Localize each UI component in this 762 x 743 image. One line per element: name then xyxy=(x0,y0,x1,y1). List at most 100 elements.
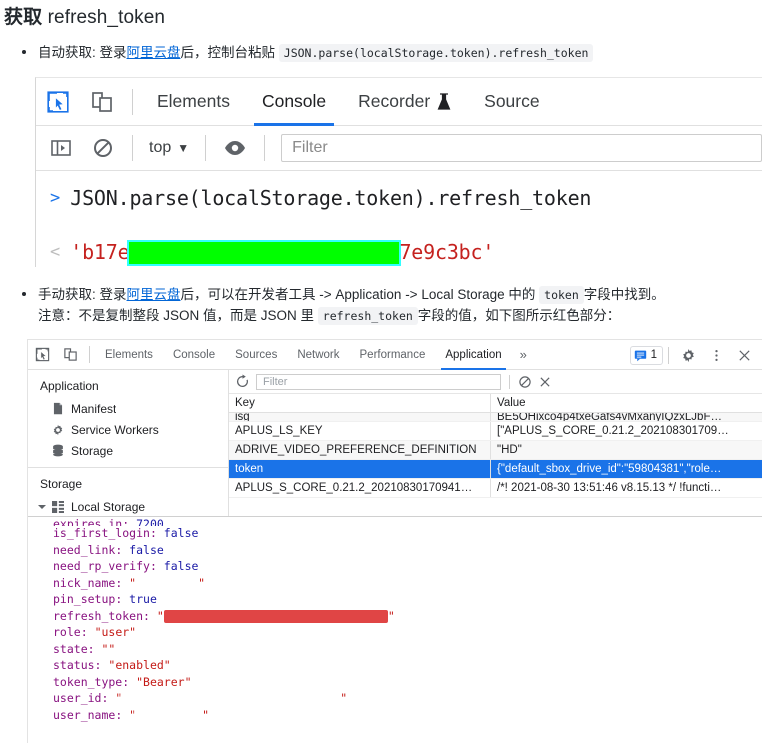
aliyundrive-link[interactable]: 阿里云盘 xyxy=(127,287,181,302)
redaction-white-nick-name xyxy=(136,577,199,589)
output-prefix: 'b17e xyxy=(70,239,130,264)
inline-code-token: token xyxy=(539,286,584,304)
message-count-badge[interactable]: 1 xyxy=(629,345,663,365)
device-toolbar-icon[interactable] xyxy=(56,340,84,370)
json-line-need-link: need_link: false xyxy=(53,542,164,557)
inspect-element-icon[interactable] xyxy=(36,78,80,126)
json-value: "user" xyxy=(94,625,137,639)
cell-value: "HD" xyxy=(497,444,522,456)
console-filter-input[interactable]: Filter xyxy=(281,134,762,162)
clear-icon[interactable] xyxy=(518,375,532,389)
table-header-row: Key Value xyxy=(229,393,762,413)
bullet2-line2-a: 注意：不是复制整段 JSON 值，而是 JSON 里 xyxy=(38,307,315,323)
devtools-application-screenshot: Elements Console Sources Network Perform… xyxy=(27,339,762,743)
toolbar-divider xyxy=(132,88,133,115)
tab-elements[interactable]: Elements xyxy=(95,340,163,370)
tab-sources[interactable]: Source xyxy=(468,78,555,126)
tab-network[interactable]: Network xyxy=(287,340,349,370)
gear-icon[interactable] xyxy=(674,340,702,370)
json-line-user-id: user_id: " " xyxy=(53,691,348,705)
tab-recorder[interactable]: Recorder xyxy=(342,78,468,126)
sidebar-item-label: Storage xyxy=(71,443,114,458)
json-value: false xyxy=(163,526,199,540)
inline-code-refresh-token-expr: JSON.parse(localStorage.token).refresh_t… xyxy=(278,44,594,62)
cell-key: token xyxy=(229,460,491,478)
tab-sources[interactable]: Sources xyxy=(225,340,287,370)
json-value: "Bearer" xyxy=(136,674,192,689)
tab-console[interactable]: Console xyxy=(163,340,225,370)
inline-code-refresh-token: refresh_token xyxy=(317,306,418,325)
tab-application[interactable]: Application xyxy=(435,340,511,370)
json-line-pin-setup: pin_setup: true xyxy=(53,592,157,606)
cell-key: isg__ xyxy=(229,413,491,421)
inspect-element-icon[interactable] xyxy=(28,340,56,370)
json-line-refresh-token: refresh_token: " " xyxy=(53,608,395,623)
json-line-nick-name: nick_name: " " xyxy=(53,575,206,590)
devtools-console-screenshot: Elements Console Recorder Source top ▼ F… xyxy=(35,77,762,267)
json-line-is-first-login: is_first_login: false xyxy=(53,526,199,540)
json-key: is_first_login xyxy=(53,526,150,540)
table-row[interactable]: ADRIVE_VIDEO_PREFERENCE_DEFINITION "HD" xyxy=(229,441,762,460)
table-row-selected[interactable]: token {"default_sbox_drive_id":"59804381… xyxy=(229,460,762,479)
sidebar-item-local-storage[interactable]: Local Storage xyxy=(28,496,228,517)
live-expression-icon[interactable] xyxy=(214,126,256,171)
more-tabs-icon[interactable]: » xyxy=(512,347,535,362)
local-storage-table: Key Value isg__ BE5OHixco4p4txeGafs4vMxa… xyxy=(229,393,762,498)
table-row[interactable]: APLUS_LS_KEY ["APLUS_S_CORE_0.21.2_20210… xyxy=(229,422,762,441)
toolbar-divider xyxy=(89,346,90,363)
js-context-selector[interactable]: top ▼ xyxy=(141,139,197,157)
redaction-white-user-name xyxy=(136,709,203,721)
json-key: nick_name xyxy=(53,575,116,590)
storage-filter-input[interactable]: Filter xyxy=(256,373,501,390)
console-input-line: > JSON.parse(localStorage.token).refresh… xyxy=(36,179,762,217)
application-tab-bar: Elements Console Sources Network Perform… xyxy=(28,340,762,370)
console-log-area: > JSON.parse(localStorage.token).refresh… xyxy=(36,171,762,267)
cell-key: APLUS_S_CORE_0.21.2_20210830170941… xyxy=(229,479,491,497)
output-suffix: 7e9c3bc' xyxy=(399,239,495,264)
aliyundrive-link[interactable]: 阿里云盘 xyxy=(127,45,181,60)
json-key: state xyxy=(53,641,88,656)
column-header-value[interactable]: Value xyxy=(491,394,762,413)
toolbar-divider xyxy=(264,135,266,161)
refresh-icon[interactable] xyxy=(235,374,250,389)
column-header-key[interactable]: Key xyxy=(229,393,491,413)
device-toolbar-icon[interactable] xyxy=(80,78,124,126)
toolbar-divider xyxy=(509,374,510,389)
json-key: need_rp_verify xyxy=(53,559,150,573)
bullet2-line1-b: 后，可以在开发者工具 -> Application -> Local Stora… xyxy=(180,287,536,302)
cell-key: APLUS_LS_KEY xyxy=(229,422,491,440)
close-icon[interactable] xyxy=(730,340,758,370)
sidebar-item-manifest[interactable]: Manifest xyxy=(28,398,228,419)
output-prompt-icon: < xyxy=(50,242,61,262)
tab-performance[interactable]: Performance xyxy=(350,340,436,370)
bullet2-line1-c: 字段中找到。 xyxy=(583,287,665,302)
redaction-white-user-id xyxy=(122,692,341,705)
message-count-icon xyxy=(634,350,646,361)
table-row[interactable]: APLUS_S_CORE_0.21.2_20210830170941… /*! … xyxy=(229,479,762,498)
json-value: false xyxy=(163,559,199,573)
sidebar-item-storage[interactable]: Storage xyxy=(28,440,228,461)
json-key: role xyxy=(53,625,81,639)
kebab-menu-icon[interactable] xyxy=(702,340,730,370)
json-key: need_link xyxy=(53,542,116,557)
toolbar-divider xyxy=(132,135,133,161)
tab-elements[interactable]: Elements xyxy=(141,78,246,126)
console-sidebar-icon[interactable] xyxy=(40,126,82,171)
json-value: true xyxy=(129,592,157,606)
sidebar-item-service-workers[interactable]: Service Workers xyxy=(28,419,228,440)
json-key: pin_setup xyxy=(53,592,116,606)
json-key: user_id xyxy=(53,691,102,705)
delete-selected-icon[interactable] xyxy=(538,375,552,389)
cell-value: ["APLUS_S_CORE_0.21.2_202108301709… xyxy=(497,425,729,437)
js-context-label: top xyxy=(149,139,172,156)
page-root: 获取 refresh_token 自动获取: 登录阿里云盘后，控制台粘贴 JSO… xyxy=(0,0,762,743)
json-key: status xyxy=(53,658,95,672)
clear-console-icon[interactable] xyxy=(82,126,124,171)
toolbar-divider xyxy=(205,135,207,161)
redaction-green-bar xyxy=(129,242,400,265)
cell-value: BE5OHixco4p4txeGafs4vMxanyIQzxLJbF… xyxy=(497,413,722,421)
table-row[interactable]: isg__ BE5OHixco4p4txeGafs4vMxanyIQzxLJbF… xyxy=(229,413,762,422)
chevron-down-icon[interactable] xyxy=(38,504,46,509)
sidebar-section-application: Application xyxy=(40,379,99,393)
tab-console[interactable]: Console xyxy=(246,78,342,126)
